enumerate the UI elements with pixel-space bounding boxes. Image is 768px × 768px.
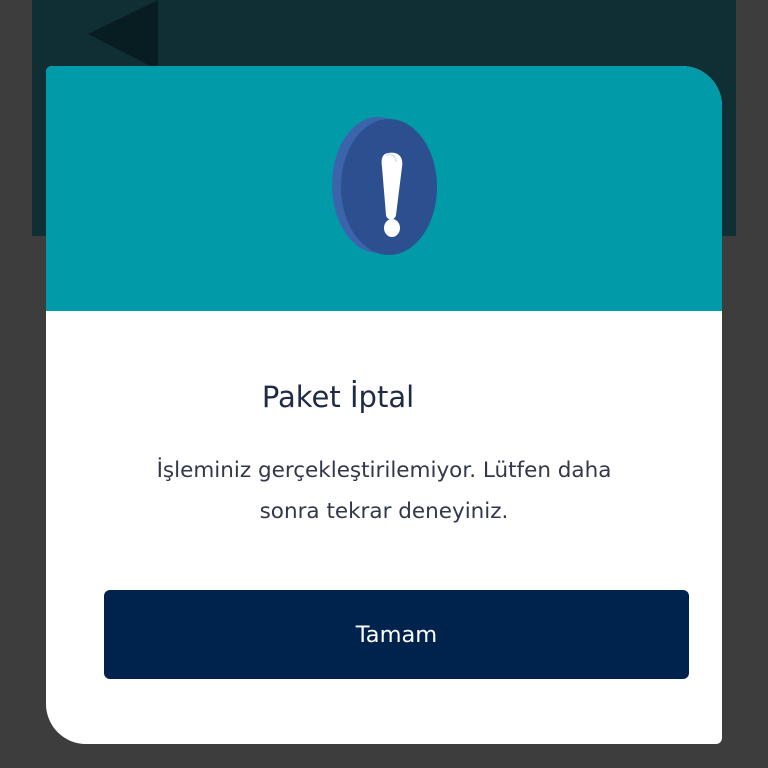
dialog-title: Paket İptal — [261, 380, 415, 414]
exclamation-alert-icon — [332, 117, 437, 255]
dialog-message: İşleminiz gerçekleştirilemiyor. Lütfen d… — [80, 450, 688, 532]
dialog-message-line-2: sonra tekrar deneyiniz. — [259, 499, 509, 524]
ok-button[interactable]: Tamam — [104, 590, 689, 679]
ok-button-label: Tamam — [355, 621, 438, 648]
play-back-icon — [88, 0, 158, 70]
dialog-message-line-1: İşleminiz gerçekleştirilemiyor. Lütfen d… — [156, 458, 612, 483]
